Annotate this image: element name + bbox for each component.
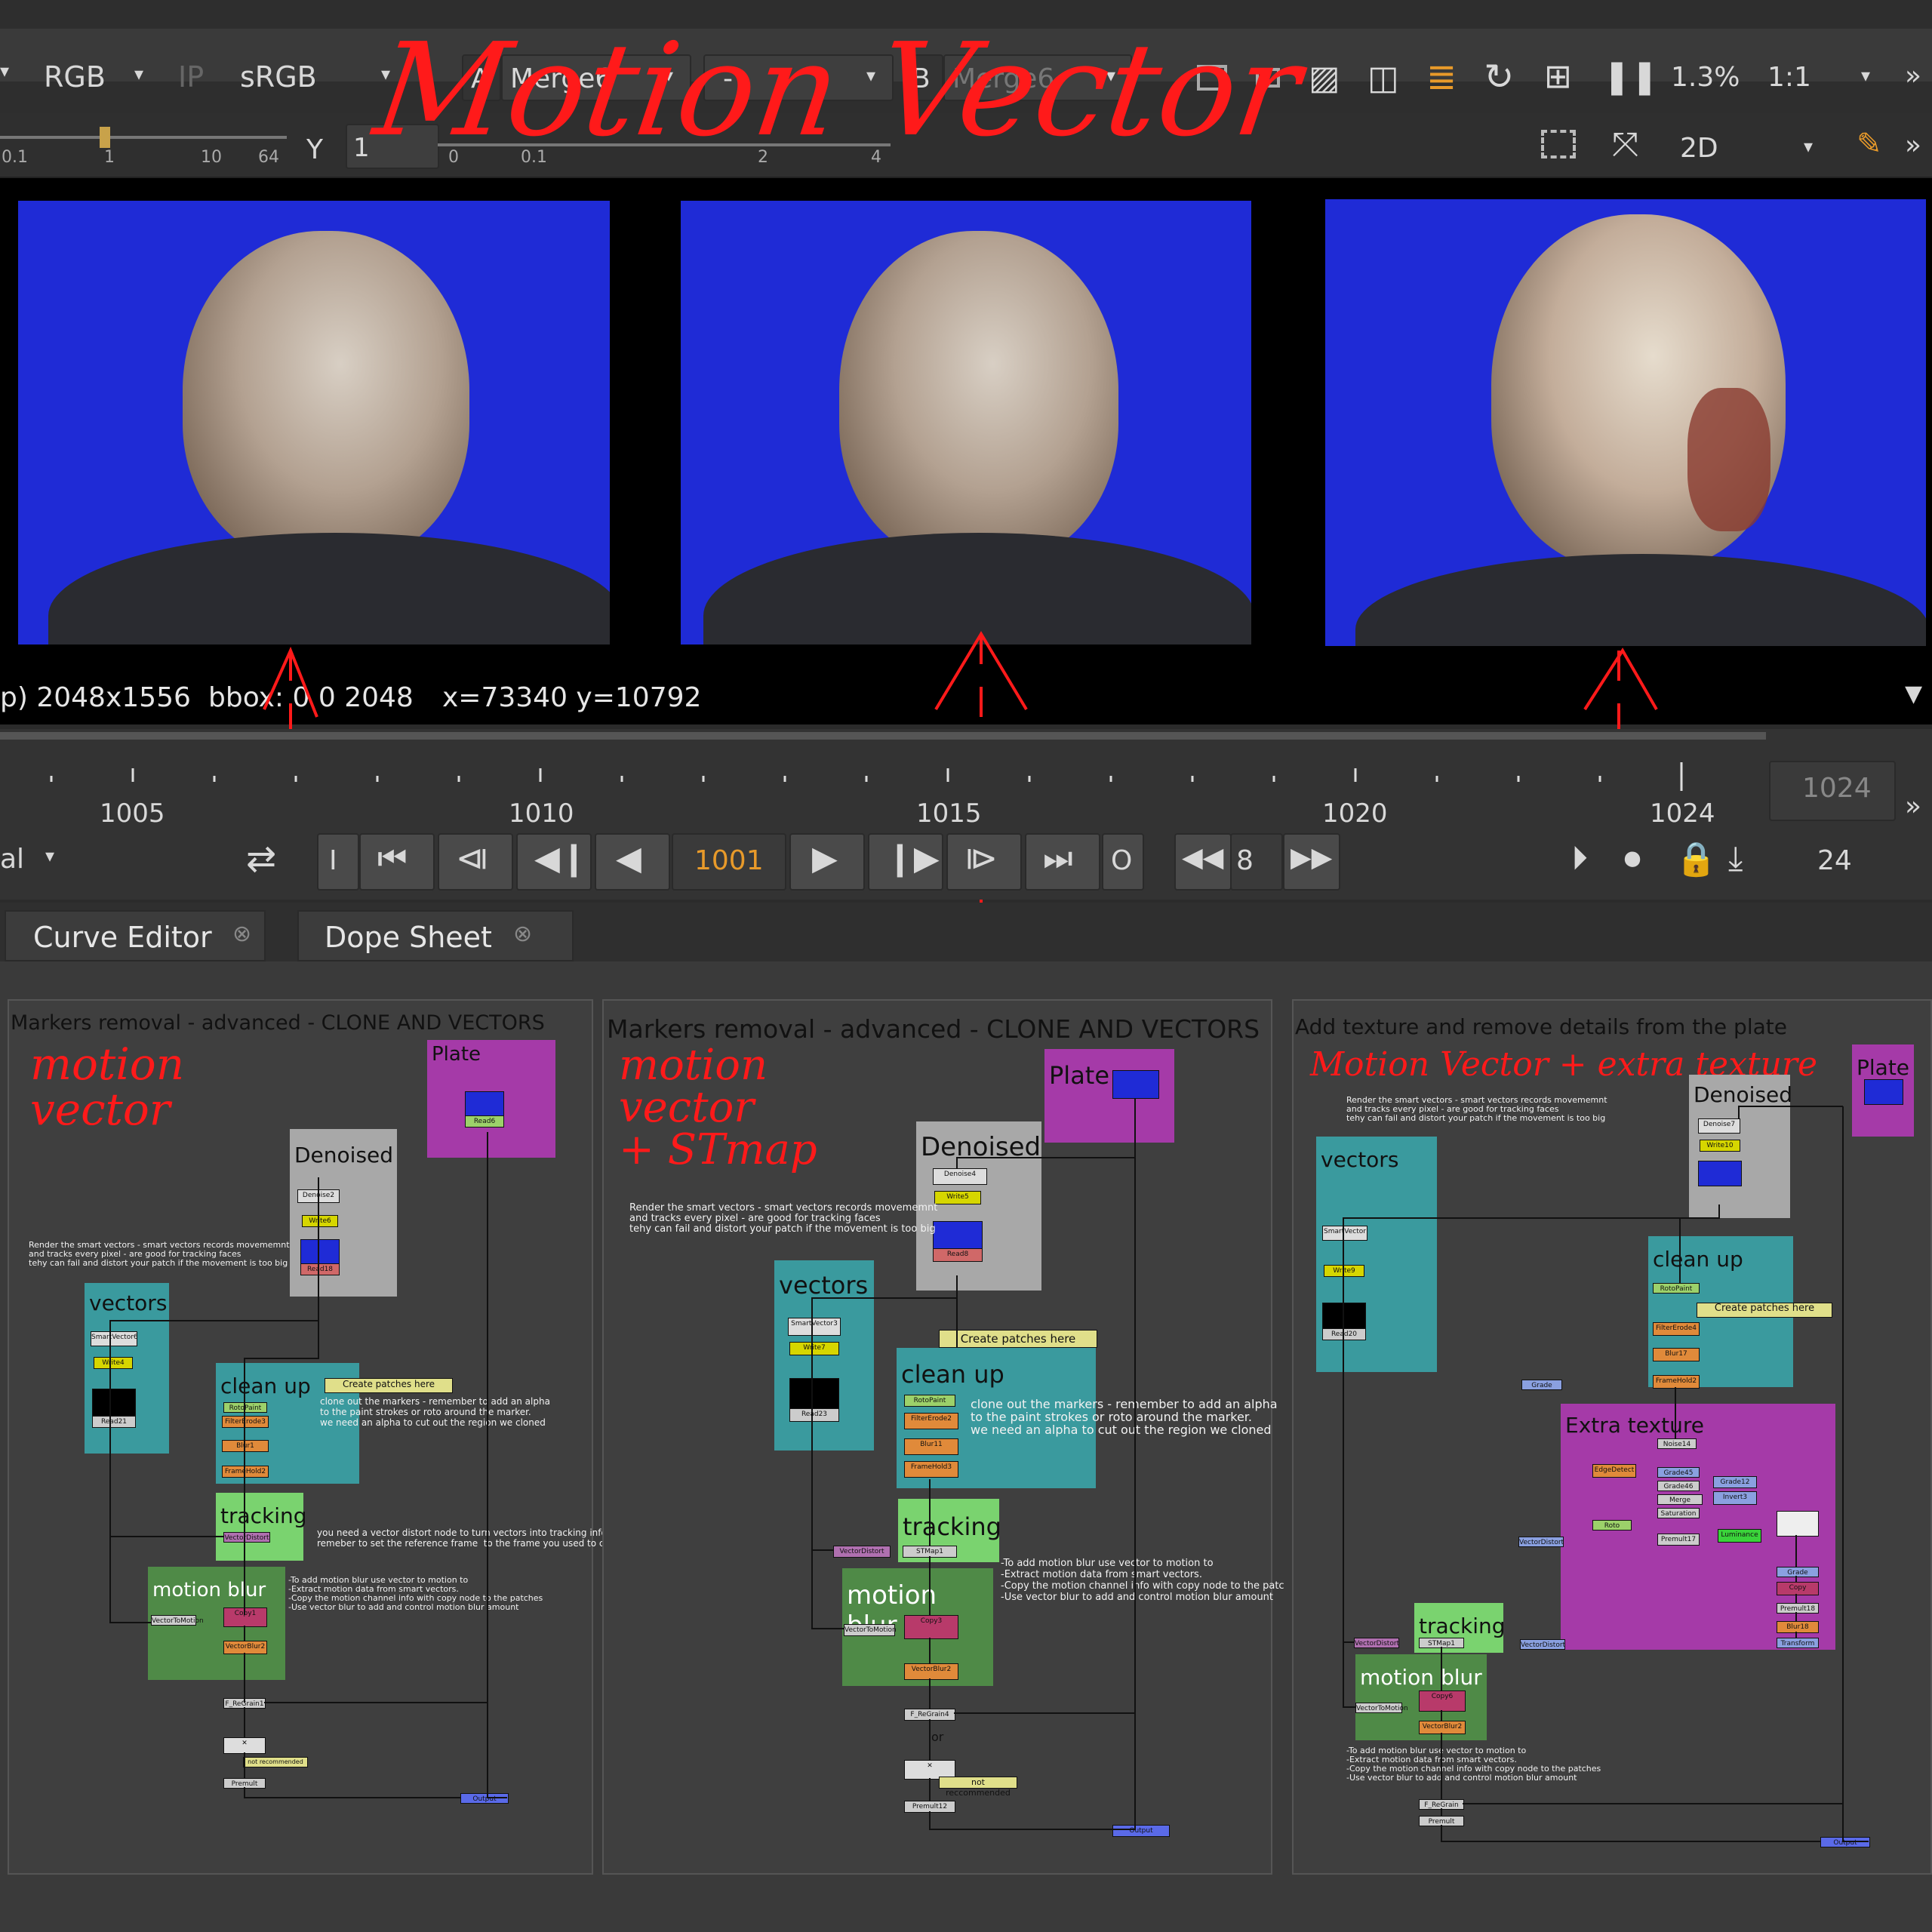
graph-3-connections (1343, 1106, 1869, 1842)
